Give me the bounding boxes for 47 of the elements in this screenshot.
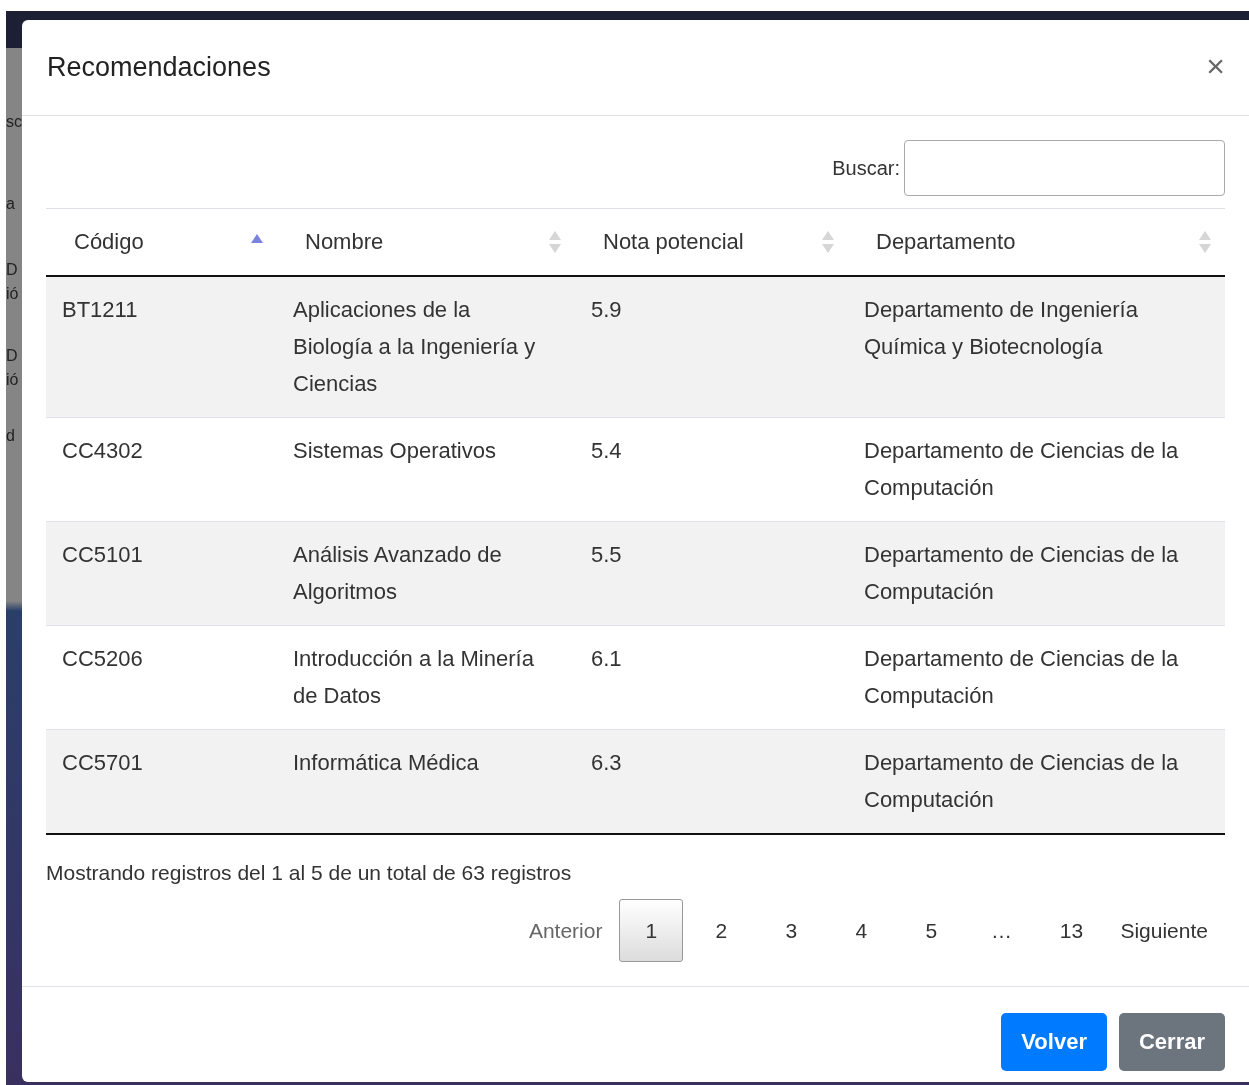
table-cell: 5.5 bbox=[575, 521, 848, 626]
close-dialog-button[interactable]: Cerrar bbox=[1118, 1013, 1225, 1071]
page-button[interactable]: 13 bbox=[1039, 899, 1104, 962]
close-button[interactable]: × bbox=[1206, 49, 1225, 82]
table-cell: Aplicaciones de la Biología a la Ingeniería y Ciencias bbox=[277, 276, 575, 418]
background-text: ió bbox=[6, 284, 20, 304]
pagination-ellipsis: … bbox=[989, 917, 1013, 944]
page-button[interactable]: 2 bbox=[689, 899, 754, 962]
table-cell: Introducción a la Minería de Datos bbox=[277, 625, 575, 730]
background-text: D bbox=[6, 260, 19, 280]
page-button[interactable]: 4 bbox=[829, 899, 894, 962]
column-header[interactable]: Código bbox=[46, 208, 277, 276]
table-cell: 5.9 bbox=[575, 276, 848, 418]
table-cell: Sistemas Operativos bbox=[277, 417, 575, 522]
back-button[interactable]: Volver bbox=[1001, 1013, 1107, 1071]
background-text: a bbox=[6, 194, 16, 214]
column-header[interactable]: Nota potencial bbox=[575, 208, 848, 276]
column-header[interactable]: Departamento bbox=[848, 208, 1225, 276]
search-field[interactable] bbox=[904, 140, 1225, 196]
background-text: ió bbox=[6, 370, 20, 390]
background-text: sc bbox=[6, 112, 22, 132]
column-header[interactable]: Nombre bbox=[277, 208, 575, 276]
previous-button[interactable]: Anterior bbox=[517, 899, 614, 962]
page-button[interactable]: 5 bbox=[899, 899, 964, 962]
table-cell: Departamento de Ciencias de la Computación bbox=[848, 417, 1225, 522]
table-cell: CC4302 bbox=[46, 417, 277, 522]
table-cell: CC5701 bbox=[46, 729, 277, 834]
table-cell: CC5206 bbox=[46, 625, 277, 730]
table-cell: Departamento de Ciencias de la Computación bbox=[848, 521, 1225, 626]
page-button[interactable]: 1 bbox=[619, 899, 684, 962]
next-button[interactable]: Siguiente bbox=[1109, 899, 1219, 962]
search-label: Buscar: bbox=[832, 156, 900, 180]
background-text: D bbox=[6, 346, 19, 366]
table-cell: BT1211 bbox=[46, 276, 277, 418]
table-cell: 6.3 bbox=[575, 729, 848, 834]
page-button[interactable]: 3 bbox=[759, 899, 824, 962]
background-text: d bbox=[6, 426, 16, 446]
table-cell: 6.1 bbox=[575, 625, 848, 730]
table-cell: Departamento de Ingeniería Química y Biotecnología bbox=[848, 276, 1225, 418]
table-cell: Informática Médica bbox=[277, 729, 575, 834]
table-cell: Departamento de Ciencias de la Computación bbox=[848, 729, 1225, 834]
table-cell: 5.4 bbox=[575, 417, 848, 522]
records-info: Mostrando registros del 1 al 5 de un total de 63 registros bbox=[46, 861, 573, 885]
table-cell: Análisis Avanzado de Algoritmos bbox=[277, 521, 575, 626]
table-cell: CC5101 bbox=[46, 521, 277, 626]
modal-title: Recomendaciones bbox=[47, 52, 271, 83]
table-cell: Departamento de Ciencias de la Computación bbox=[848, 625, 1225, 730]
